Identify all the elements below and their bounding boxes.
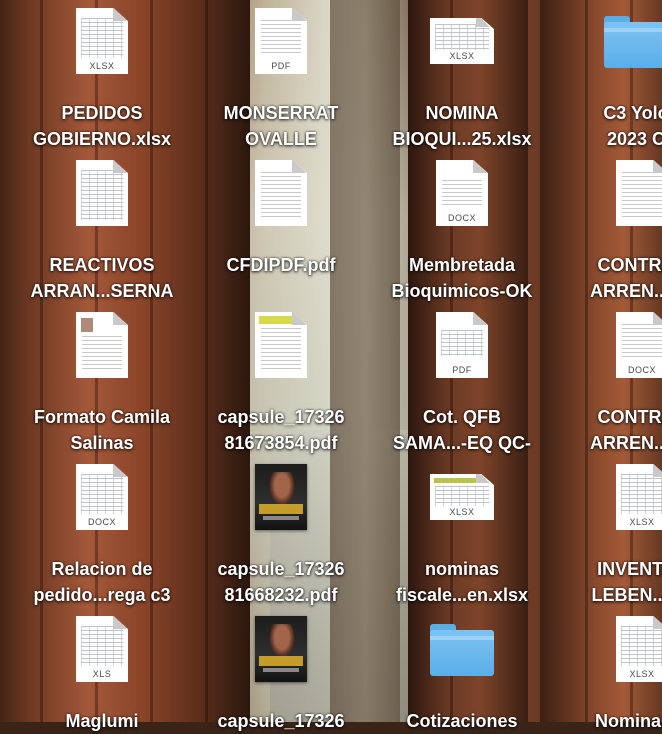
pdf-file-icon [255,312,307,378]
file-name-label: capsule_17326 81673854.pdf [217,407,345,453]
pdf-cover-icon [255,616,307,682]
pdf-file-icon [255,160,307,226]
file-name-label: CONTRA ARREN...A [589,255,662,301]
file-name-label: nominas fiscale...en.xlsx [395,559,529,605]
xlsx-file-icon: XLSX [430,474,494,520]
file-name-label: PEDIDOS GOBIERNO.xlsx [32,103,172,149]
file-name-label: capsule_17326 81668232.pdf [217,559,345,605]
file-name-label: Membretada Bioquimicos-OK [391,255,533,301]
file-name-label: CFDIPDF.pdf [226,255,336,275]
file-name-label: C3 Yolo 2023 C [603,103,662,149]
file-name-label: Cotizaciones [406,711,518,731]
xlsx-file-icon: XLSX [430,18,494,64]
docx-file-icon: DOCX [76,464,128,530]
docx-file-icon: DOCX [436,160,488,226]
docx-file-icon: DOCX [616,312,662,378]
folder-icon [604,16,662,68]
file-name-label: Maglumi [65,711,139,731]
form-file-icon [76,312,128,378]
pdf-file-icon: PDF [255,8,307,74]
file-name-label: REACTIVOS ARRAN...SERNA [30,255,174,301]
xlsx-file-icon: XLSX [616,616,662,682]
file-name-label: CONTRA ARREN...A [589,407,662,453]
xlsx-file-icon: XLSX [616,464,662,530]
pdf-cover-icon [255,464,307,530]
file-name-label: NOMINA BIOQUI...25.xlsx [392,103,532,149]
spreadsheet-file-icon [76,160,128,226]
file-name-label: MONSERRAT OVALLE [223,103,339,149]
xls-file-icon: XLS [76,616,128,682]
file-name-label: INVENTA LEBEN...B [591,559,662,605]
file-name-label: Formato Camila Salinas [33,407,171,453]
pdf-file-icon: PDF [436,312,488,378]
folder-icon [430,624,494,676]
file-name-label: Nomina L [594,711,661,731]
file-name-label: Cot. QFB SAMA...-EQ QC- [393,407,531,453]
xlsx-file-icon: XLSX [76,8,128,74]
document-file-icon [616,160,662,226]
file-name-label: capsule_17326 [217,711,345,731]
file-name-label: Relacion de pedido...rega c3 [33,559,171,605]
